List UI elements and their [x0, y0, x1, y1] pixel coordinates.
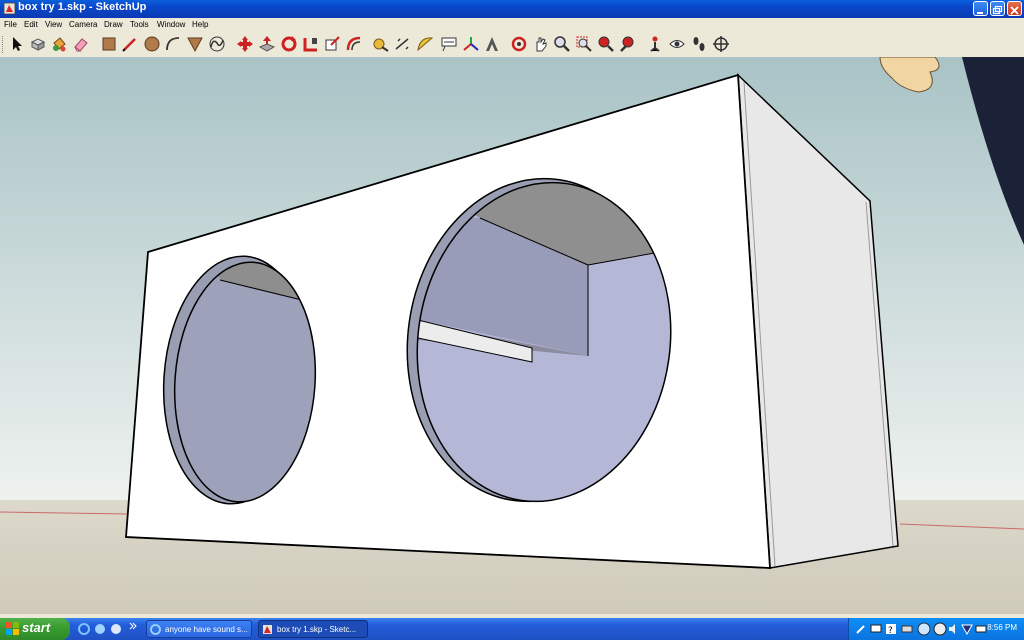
- windows-logo-icon: [6, 622, 19, 635]
- drawing-viewport[interactable]: [0, 57, 1024, 614]
- taskbar-item-sketchup[interactable]: box try 1.skp - Sketc...: [258, 620, 368, 638]
- protractor-icon[interactable]: [416, 35, 434, 53]
- arc-icon[interactable]: [164, 35, 182, 53]
- section-plane-icon[interactable]: [712, 35, 730, 53]
- monitor-tray-icon[interactable]: [870, 623, 882, 635]
- help-tray-icon[interactable]: ?: [885, 623, 897, 635]
- polygon-icon[interactable]: [186, 35, 204, 53]
- minimize-button[interactable]: [973, 1, 988, 16]
- taskbar: start anyone have sound s... box try 1.s…: [0, 618, 1024, 640]
- paint-bucket-icon[interactable]: [50, 35, 68, 53]
- media-icon[interactable]: [94, 623, 106, 635]
- rotate-icon[interactable]: [280, 35, 298, 53]
- keyboard-tray-icon[interactable]: [975, 623, 987, 635]
- volume-tray-icon[interactable]: [948, 623, 960, 635]
- menu-window[interactable]: Window: [157, 20, 185, 29]
- scale-icon[interactable]: [323, 35, 341, 53]
- start-label: start: [22, 620, 51, 635]
- make-component-icon[interactable]: [29, 35, 47, 53]
- menu-camera[interactable]: Camera: [69, 20, 97, 29]
- model-canvas[interactable]: [0, 57, 1024, 614]
- drive-tray-icon[interactable]: [901, 623, 913, 635]
- close-button[interactable]: [1007, 1, 1022, 16]
- title-bar: box try 1.skp - SketchUp: [0, 0, 1024, 18]
- circle-icon[interactable]: [143, 35, 161, 53]
- zoom-icon[interactable]: [553, 35, 571, 53]
- text-icon[interactable]: [440, 35, 458, 53]
- sketchup-icon: [263, 625, 272, 634]
- menu-view[interactable]: View: [45, 20, 62, 29]
- taskbar-item-label: box try 1.skp - Sketc...: [277, 625, 357, 634]
- offset-icon[interactable]: [345, 35, 363, 53]
- select-arrow-icon[interactable]: [8, 35, 26, 53]
- system-tray: ? 8:56 PM: [848, 618, 1024, 640]
- restore-button[interactable]: [990, 1, 1005, 16]
- shield-tray-icon[interactable]: [961, 623, 973, 635]
- move-icon[interactable]: [236, 35, 254, 53]
- walk-icon[interactable]: [690, 35, 708, 53]
- toolbar: [0, 32, 1024, 58]
- start-button[interactable]: start: [0, 618, 70, 640]
- globe-tray-icon[interactable]: [933, 622, 947, 636]
- zoom-extents-icon[interactable]: [597, 35, 615, 53]
- menu-tools[interactable]: Tools: [130, 20, 149, 29]
- clock[interactable]: 8:56 PM: [987, 623, 1017, 632]
- menu-draw[interactable]: Draw: [104, 20, 123, 29]
- pan-icon[interactable]: [532, 35, 550, 53]
- taskbar-item-label: anyone have sound s...: [165, 625, 248, 634]
- ie-icon[interactable]: [78, 623, 90, 635]
- push-pull-icon[interactable]: [258, 35, 276, 53]
- follow-me-icon[interactable]: [302, 35, 320, 53]
- position-camera-icon[interactable]: [646, 35, 664, 53]
- ie-icon: [150, 624, 161, 635]
- menu-edit[interactable]: Edit: [24, 20, 38, 29]
- svg-text:?: ?: [888, 626, 893, 635]
- tape-measure-icon[interactable]: [372, 35, 390, 53]
- orbit-icon[interactable]: [510, 35, 528, 53]
- window-title: box try 1.skp - SketchUp: [18, 1, 147, 13]
- 3d-text-icon[interactable]: [483, 35, 501, 53]
- previous-view-icon[interactable]: [619, 35, 637, 53]
- menu-file[interactable]: File: [4, 20, 17, 29]
- chevron-right-icon[interactable]: [128, 621, 138, 631]
- zoom-window-icon[interactable]: [575, 35, 593, 53]
- axes-icon[interactable]: [462, 35, 480, 53]
- menu-help[interactable]: Help: [192, 20, 208, 29]
- sketchup-app-icon: [3, 2, 16, 15]
- menu-bar: File Edit View Camera Draw Tools Window …: [0, 18, 1024, 32]
- outlook-icon[interactable]: [110, 623, 122, 635]
- line-pencil-icon[interactable]: [121, 35, 139, 53]
- freehand-icon[interactable]: [208, 35, 226, 53]
- toolbar-grip[interactable]: [2, 36, 6, 53]
- eraser-icon[interactable]: [72, 35, 90, 53]
- taskbar-item-browser[interactable]: anyone have sound s...: [146, 620, 252, 638]
- rectangle-icon[interactable]: [100, 35, 118, 53]
- dimension-icon[interactable]: [394, 35, 412, 53]
- look-around-icon[interactable]: [668, 35, 686, 53]
- pen-tray-icon[interactable]: [855, 623, 867, 635]
- network-tray-icon[interactable]: [917, 622, 931, 636]
